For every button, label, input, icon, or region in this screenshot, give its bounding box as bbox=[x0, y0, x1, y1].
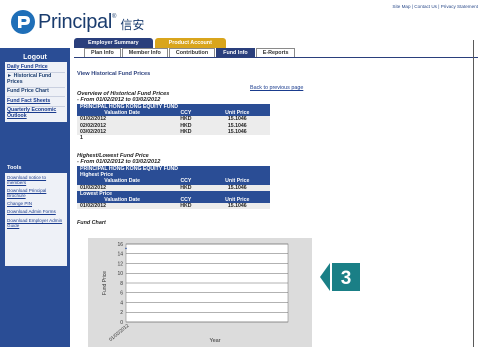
y-tick-label: 16 bbox=[117, 242, 123, 248]
fund-chart-title: Fund Chart bbox=[77, 220, 106, 226]
sidebar-item-fund-price-chart[interactable]: Fund Price Chart bbox=[7, 88, 65, 98]
sidebar-item-fund-fact-sheets[interactable]: Fund Fact Sheets bbox=[7, 97, 65, 107]
tool-change-pin[interactable]: Change PIN bbox=[7, 201, 65, 206]
data-point bbox=[125, 247, 127, 250]
highest-lowest-title-line2: - From 01/02/2012 to 03/02/2012 bbox=[77, 159, 161, 166]
logo-wordmark: Principal bbox=[38, 10, 112, 33]
tab-employer-summary[interactable]: Employer Summary bbox=[74, 38, 153, 48]
logout-link[interactable]: Logout bbox=[0, 54, 70, 61]
sidebar-item-daily-fund-price[interactable]: Daily Fund Price bbox=[7, 63, 65, 73]
tool-download-admin-guide[interactable]: Download Employer Admin Guide bbox=[7, 218, 65, 228]
cell-ccy: HKD bbox=[167, 203, 205, 210]
step-3-badge: 3 bbox=[320, 263, 360, 291]
y-tick-label: 12 bbox=[117, 261, 123, 267]
main-content: View Historical Fund Prices Back to prev… bbox=[74, 60, 478, 347]
principal-logo-mark-icon bbox=[11, 10, 35, 34]
cell-price: 15.1046 bbox=[204, 203, 270, 210]
highest-lowest-title: Highest/Lowest Fund Price - From 01/02/2… bbox=[77, 153, 160, 166]
fund-chart: 0246810121416Fund PriceYear01/02/2012 bbox=[102, 242, 289, 344]
logo-chinese-name: 信安 bbox=[120, 17, 145, 32]
y-axis-label: Fund Price bbox=[102, 271, 108, 295]
sub-tabs: Plan Info Member Info Contribution Fund … bbox=[74, 48, 478, 58]
tab-plan-info[interactable]: Plan Info bbox=[84, 48, 121, 57]
principal-logo[interactable]: Principal ® 信安 bbox=[10, 8, 144, 36]
y-tick-label: 2 bbox=[120, 310, 123, 316]
y-tick-label: 4 bbox=[120, 300, 123, 306]
page-count[interactable]: 1 bbox=[77, 135, 270, 142]
tab-fund-info[interactable]: Fund Info bbox=[216, 48, 255, 57]
header: Principal ® 信安 Site Map | Contact Us | P… bbox=[0, 0, 478, 40]
fund-chart-panel: 0 2 4 6 8 10 12 14 16 Fund Price Year 01/02/2012 bbox=[88, 238, 312, 347]
highest-lowest-table: PRINCIPAL HONG KONG EQUITY FUND Highest … bbox=[77, 166, 270, 210]
right-divider bbox=[473, 40, 474, 347]
page-title: View Historical Fund Prices bbox=[77, 71, 151, 77]
y-tick-label: 14 bbox=[117, 252, 123, 258]
sidebar: Logout Daily Fund Price ► Historical Fun… bbox=[0, 48, 70, 347]
sidebar-item-quarterly-economic-outlook[interactable]: Quarterly Economic Outlook bbox=[7, 107, 65, 121]
badge-number: 3 bbox=[341, 268, 352, 289]
tab-e-reports[interactable]: E-Reports bbox=[255, 48, 296, 57]
cell-date: 01/02/2012 bbox=[77, 203, 168, 210]
y-tick-label: 8 bbox=[120, 281, 123, 287]
top-utility-links[interactable]: Site Map | Contact Us | Privacy Statemen… bbox=[358, 4, 478, 9]
page-frame: Principal ® 信安 Site Map | Contact Us | P… bbox=[0, 0, 478, 347]
badge-arrow-icon bbox=[320, 263, 330, 291]
y-tick-label: 10 bbox=[117, 271, 123, 277]
tools-heading: Tools bbox=[7, 165, 22, 171]
y-tick-label: 0 bbox=[120, 320, 123, 326]
tab-product-account[interactable]: Product Account bbox=[154, 38, 226, 48]
tool-download-brochure[interactable]: Download Principal Brochure bbox=[7, 188, 65, 198]
tool-download-admin-forms[interactable]: Download Admin Forms bbox=[7, 209, 65, 214]
logo-registered-mark: ® bbox=[112, 14, 117, 20]
tools-menu: Download notice to members Download Prin… bbox=[5, 173, 67, 266]
sidebar-item-historical-fund-prices[interactable]: ► Historical Fund Prices bbox=[7, 73, 65, 88]
main-tabs: Employer Summary Product Account bbox=[74, 38, 228, 48]
y-tick-label: 6 bbox=[120, 291, 123, 297]
overview-table: PRINCIPAL HONG KONG EQUITY FUND Valuatio… bbox=[77, 104, 270, 142]
back-to-previous-link[interactable]: Back to previous page bbox=[250, 85, 303, 91]
tab-contribution[interactable]: Contribution bbox=[168, 48, 216, 57]
tool-download-notice[interactable]: Download notice to members bbox=[7, 175, 65, 185]
overview-title-line2: - From 01/02/2012 to 03/02/2012 bbox=[77, 97, 161, 104]
overview-title: Overview of Historical Fund Prices - Fro… bbox=[77, 91, 169, 104]
tab-member-info[interactable]: Member Info bbox=[121, 48, 168, 57]
table-row: 01/02/2012 HKD 15.1046 bbox=[77, 203, 270, 210]
fund-menu: Daily Fund Price ► Historical Fund Price… bbox=[5, 62, 67, 123]
x-axis-label: Year bbox=[209, 338, 220, 344]
